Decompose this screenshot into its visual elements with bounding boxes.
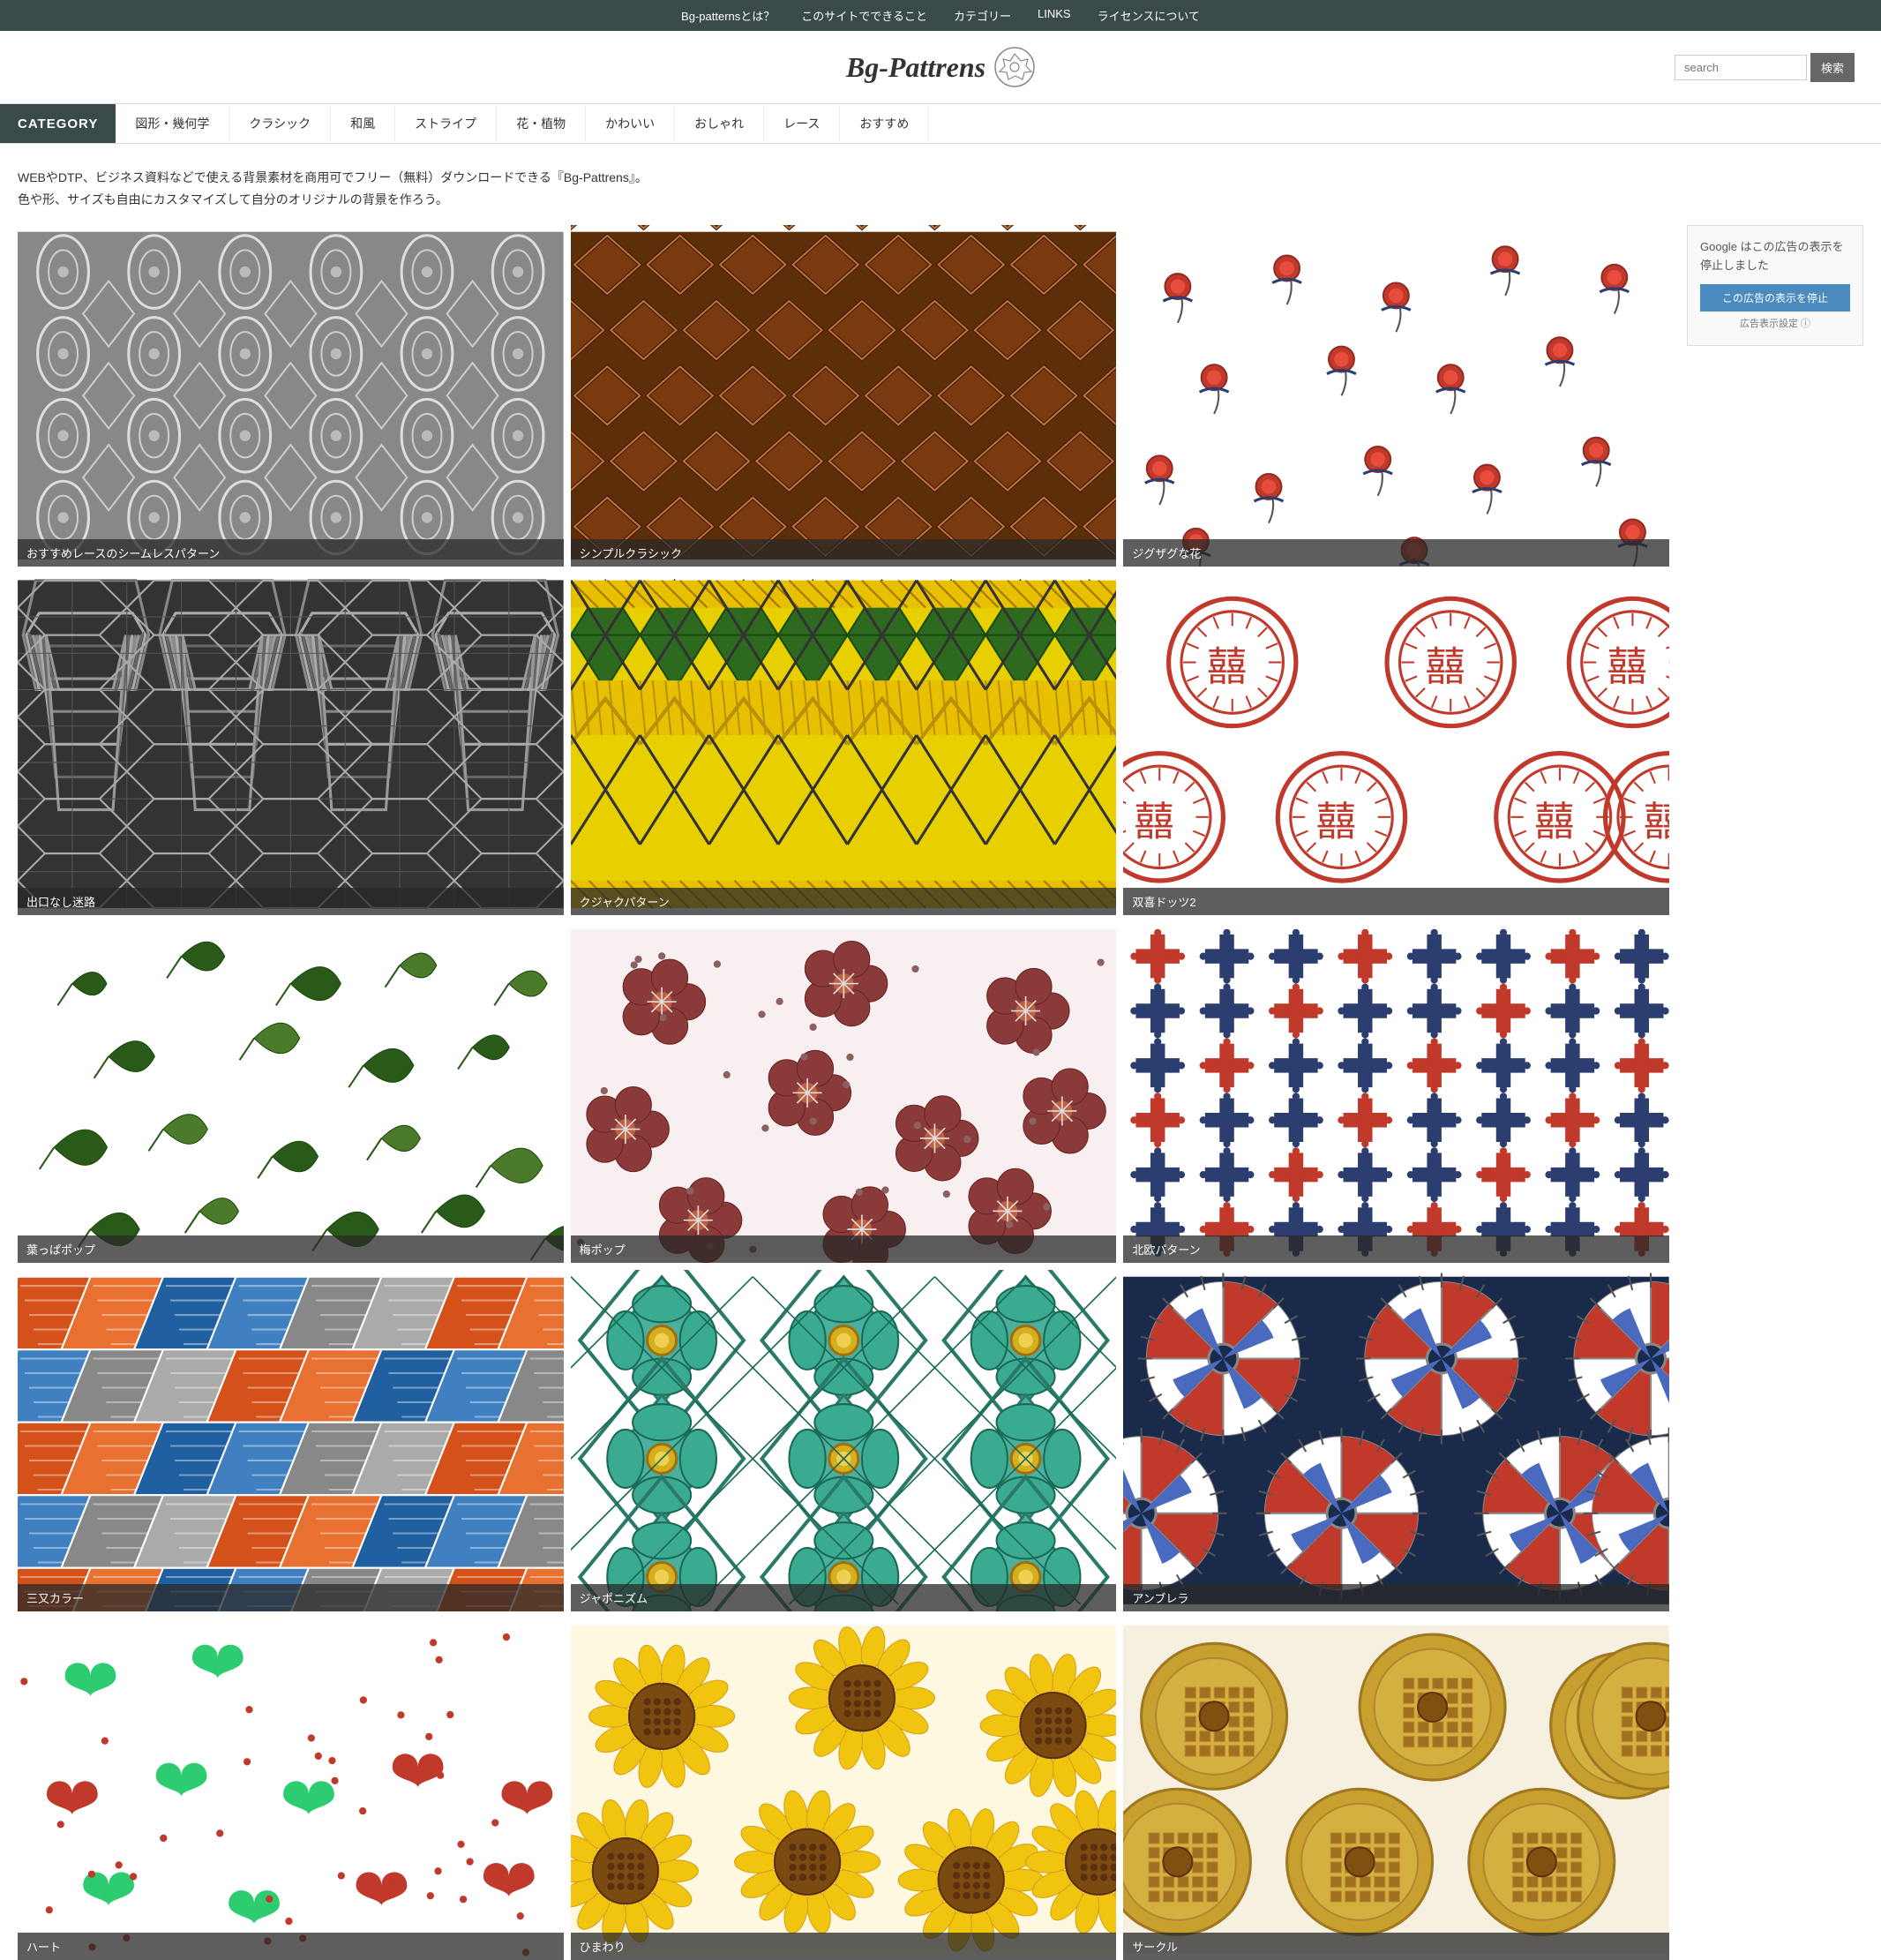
cat-geometry[interactable]: 図形・幾何学 [116, 104, 229, 143]
pattern-item[interactable]: 囍囍囍囍囍囍囍双喜ドッツ2 [1123, 574, 1669, 915]
logo-area: Bg-Pattrens [846, 47, 1035, 87]
description-line1: WEBやDTP、ビジネス資料などで使える背景素材を商用可でフリー（無料）ダウンロ… [18, 167, 1863, 189]
pattern-item[interactable]: 梅ポップ [571, 922, 1117, 1264]
pattern-item[interactable]: 出口なし迷路 [18, 574, 564, 915]
nav-category[interactable]: カテゴリー [954, 7, 1011, 24]
category-items: 図形・幾何学 クラシック 和風 ストライプ 花・植物 かわいい おしゃれ レース… [116, 104, 929, 143]
pattern-item[interactable]: ひまわり [571, 1618, 1117, 1960]
nav-about[interactable]: Bg-patternsとは？ [681, 7, 775, 24]
pattern-grid-area: おすすめレースのシームレスパターンシンプルクラシックジグザグな花出口なし迷路クジ… [18, 225, 1669, 1959]
pattern-canvas [571, 574, 1117, 915]
cat-recommended[interactable]: おすすめ [840, 104, 929, 143]
sidebar: Google はこの広告の表示を停止しました この広告の表示を停止 広告表示設定… [1687, 225, 1863, 1959]
svg-text:囍: 囍 [1534, 800, 1574, 844]
pattern-canvas: 囍囍囍囍囍囍囍 [1123, 574, 1669, 915]
pattern-label: 出口なし迷路 [18, 888, 564, 915]
pattern-label: ジグザグな花 [1123, 539, 1669, 567]
pattern-label: おすすめレースのシームレスパターン [18, 539, 564, 567]
svg-text:囍: 囍 [1426, 645, 1465, 689]
pattern-label: ハート [18, 1933, 564, 1960]
pattern-item[interactable]: ジャポニズム [571, 1270, 1117, 1611]
svg-text:囍: 囍 [1644, 800, 1669, 844]
cat-stripe[interactable]: ストライプ [395, 104, 497, 143]
cat-lace[interactable]: レース [764, 104, 840, 143]
logo-text: Bg-Pattrens [846, 51, 985, 84]
category-label: CATEGORY [0, 104, 116, 143]
pattern-label: シンプルクラシック [571, 539, 1117, 567]
pattern-canvas [18, 1270, 564, 1611]
svg-text:囍: 囍 [1607, 645, 1647, 689]
search-area: 検索 [1675, 53, 1855, 82]
pattern-label: アンブレラ [1123, 1584, 1669, 1611]
pattern-label: 梅ポップ [571, 1235, 1117, 1263]
pattern-item[interactable]: シンプルクラシック [571, 225, 1117, 567]
pattern-canvas [1123, 225, 1669, 567]
pattern-item[interactable]: ハート [18, 1618, 564, 1960]
ad-box: Google はこの広告の表示を停止しました この広告の表示を停止 広告表示設定… [1687, 225, 1863, 345]
pattern-item[interactable]: おすすめレースのシームレスパターン [18, 225, 564, 567]
ad-text: Google はこの広告の表示を停止しました [1700, 238, 1850, 275]
cat-stylish[interactable]: おしゃれ [675, 104, 764, 143]
pattern-canvas [1123, 922, 1669, 1264]
pattern-grid: おすすめレースのシームレスパターンシンプルクラシックジグザグな花出口なし迷路クジ… [18, 225, 1669, 1959]
site-description: WEBやDTP、ビジネス資料などで使える背景素材を商用可でフリー（無料）ダウンロ… [0, 158, 1881, 225]
pattern-canvas [571, 225, 1117, 567]
pattern-canvas [18, 1618, 564, 1960]
search-button[interactable]: 検索 [1810, 53, 1855, 82]
ad-settings[interactable]: 広告表示設定 ⓘ [1700, 317, 1850, 333]
pattern-canvas [1123, 1618, 1669, 1960]
svg-text:囍: 囍 [1316, 800, 1356, 844]
pattern-label: サークル [1123, 1933, 1669, 1960]
cat-japanese[interactable]: 和風 [331, 104, 395, 143]
pattern-canvas [571, 922, 1117, 1264]
cat-floral[interactable]: 花・植物 [497, 104, 586, 143]
pattern-item[interactable]: ジグザグな花 [1123, 225, 1669, 567]
main-content: おすすめレースのシームレスパターンシンプルクラシックジグザグな花出口なし迷路クジ… [0, 225, 1881, 1959]
logo-icon [994, 47, 1035, 87]
nav-features[interactable]: このサイトでできること [801, 7, 927, 24]
pattern-item[interactable]: 三又カラー [18, 1270, 564, 1611]
pattern-label: 葉っぱポップ [18, 1235, 564, 1263]
pattern-canvas [18, 574, 564, 915]
svg-text:囍: 囍 [1207, 645, 1247, 689]
site-header: Bg-Pattrens 検索 [0, 31, 1881, 103]
pattern-canvas [571, 1270, 1117, 1611]
pattern-label: ジャポニズム [571, 1584, 1117, 1611]
category-navigation: CATEGORY 図形・幾何学 クラシック 和風 ストライプ 花・植物 かわいい… [0, 103, 1881, 144]
pattern-item[interactable]: 北欧パターン [1123, 922, 1669, 1264]
pattern-item[interactable]: サークル [1123, 1618, 1669, 1960]
pattern-canvas [1123, 1270, 1669, 1611]
pattern-item[interactable]: アンブレラ [1123, 1270, 1669, 1611]
pattern-item[interactable]: 葉っぱポップ [18, 922, 564, 1264]
ad-stop-button[interactable]: この広告の表示を停止 [1700, 284, 1850, 312]
pattern-label: クジャクパターン [571, 888, 1117, 915]
pattern-canvas [18, 922, 564, 1264]
pattern-label: 双喜ドッツ2 [1123, 888, 1669, 915]
pattern-item[interactable]: クジャクパターン [571, 574, 1117, 915]
pattern-canvas [18, 225, 564, 567]
cat-classic[interactable]: クラシック [229, 104, 331, 143]
search-input[interactable] [1675, 55, 1807, 80]
top-navigation: Bg-patternsとは？ このサイトでできること カテゴリー LINKS ラ… [0, 0, 1881, 31]
pattern-label: 三又カラー [18, 1584, 564, 1611]
pattern-label: ひまわり [571, 1933, 1117, 1960]
svg-text:囍: 囍 [1135, 800, 1174, 844]
pattern-canvas [571, 1618, 1117, 1960]
nav-links[interactable]: LINKS [1038, 7, 1071, 24]
cat-cute[interactable]: かわいい [586, 104, 675, 143]
nav-license[interactable]: ライセンスについて [1098, 7, 1200, 24]
pattern-label: 北欧パターン [1123, 1235, 1669, 1263]
description-line2: 色や形、サイズも自由にカスタマイズして自分のオリジナルの背景を作ろう。 [18, 189, 1863, 211]
